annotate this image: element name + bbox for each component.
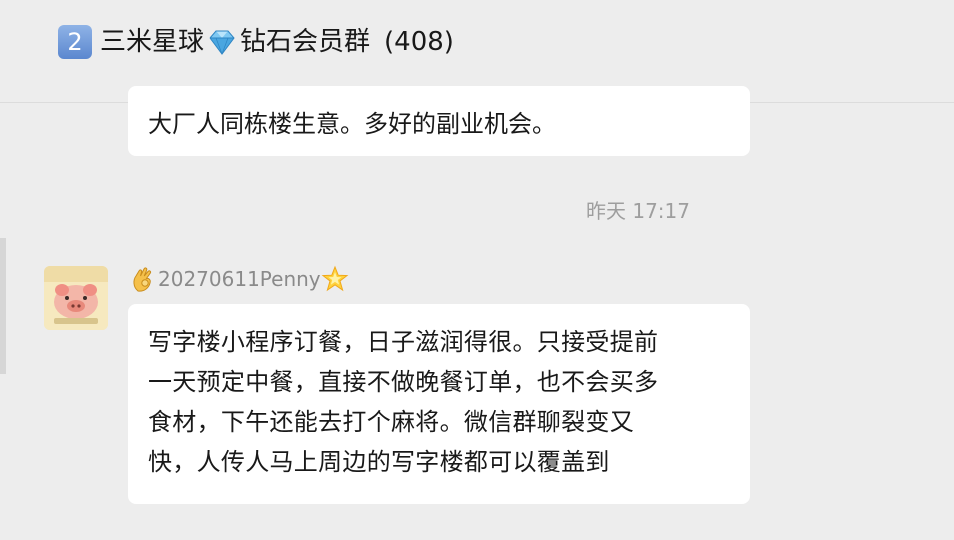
message-line: 食材，下午还能去打个麻将。微信群聊裂变又 (148, 408, 634, 436)
gem-stone-icon (209, 30, 235, 55)
chat-window: 2 三米星球 钻石会员群 (408) 大厂人同栋楼生意。多好的副业机会。 昨天 … (0, 0, 954, 540)
keycap-digit-two-icon: 2 (58, 25, 92, 59)
message-line: 一天预定中餐，直接不做晚餐订单，也不会买多 (148, 368, 659, 396)
chat-title-name-part2: 钻石会员群 (240, 27, 371, 57)
chat-title[interactable]: 2 三米星球 钻石会员群 (408) (58, 22, 454, 62)
member-count: (408) (384, 27, 454, 57)
message-bubble-previous[interactable]: 大厂人同栋楼生意。多好的副业机会。 (128, 86, 750, 156)
glowing-star-icon (321, 265, 349, 292)
sender-name-row[interactable]: 20270611Penny (130, 262, 349, 296)
message-text: 大厂人同栋楼生意。多好的副业机会。 (148, 110, 556, 138)
chat-title-name-part1: 三米星球 (100, 27, 205, 57)
message-timestamp: 昨天 17:17 (586, 199, 690, 223)
sender-avatar[interactable] (44, 266, 108, 330)
ok-hand-icon (133, 267, 152, 292)
sidebar-edge (0, 238, 6, 374)
message-bubble-penny[interactable]: 写字楼小程序订餐，日子滋润得很。只接受提前 一天预定中餐，直接不做晚餐订单，也不… (128, 304, 750, 504)
cartoon-avatar-image (44, 266, 108, 330)
message-line: 快，人传人马上周边的写字楼都可以覆盖到 (148, 448, 610, 476)
sender-name: 20270611Penny (158, 267, 321, 291)
message-line: 写字楼小程序订餐，日子滋润得很。只接受提前 (148, 328, 659, 356)
